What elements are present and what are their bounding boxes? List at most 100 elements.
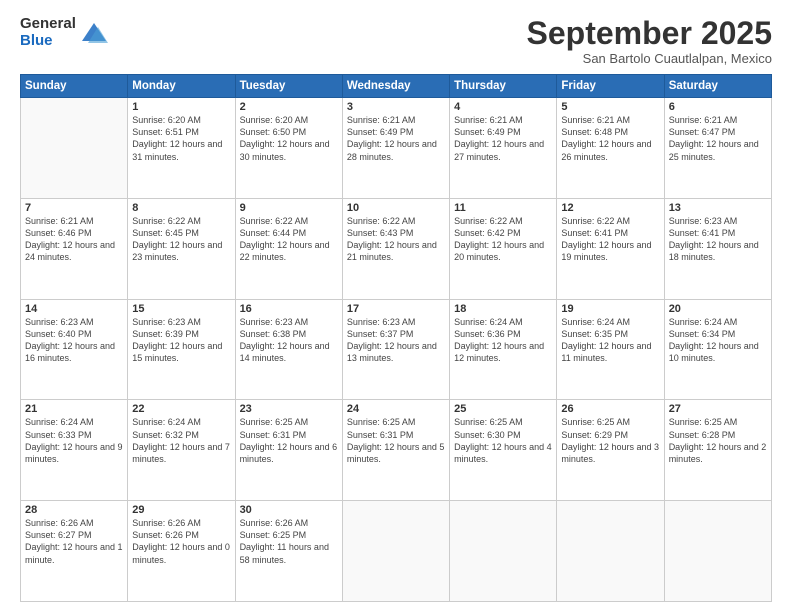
day-number: 15 xyxy=(132,303,230,315)
day-number: 30 xyxy=(240,504,338,516)
table-row: 10Sunrise: 6:22 AMSunset: 6:43 PMDayligh… xyxy=(342,198,449,299)
table-row: 4Sunrise: 6:21 AMSunset: 6:49 PMDaylight… xyxy=(450,98,557,199)
header-saturday: Saturday xyxy=(664,75,771,98)
location: San Bartolo Cuautlalpan, Mexico xyxy=(527,51,772,66)
table-row: 22Sunrise: 6:24 AMSunset: 6:32 PMDayligh… xyxy=(128,400,235,501)
day-number: 21 xyxy=(25,403,123,415)
calendar-week-row: 28Sunrise: 6:26 AMSunset: 6:27 PMDayligh… xyxy=(21,501,772,602)
day-info: Sunrise: 6:25 AMSunset: 6:28 PMDaylight:… xyxy=(669,416,767,465)
table-row xyxy=(664,501,771,602)
table-row: 6Sunrise: 6:21 AMSunset: 6:47 PMDaylight… xyxy=(664,98,771,199)
day-number: 7 xyxy=(25,202,123,214)
day-info: Sunrise: 6:25 AMSunset: 6:31 PMDaylight:… xyxy=(240,416,338,465)
table-row: 5Sunrise: 6:21 AMSunset: 6:48 PMDaylight… xyxy=(557,98,664,199)
day-info: Sunrise: 6:21 AMSunset: 6:46 PMDaylight:… xyxy=(25,215,123,264)
logo: General Blue xyxy=(20,16,108,49)
day-number: 20 xyxy=(669,303,767,315)
month-title: September 2025 xyxy=(527,16,772,51)
day-info: Sunrise: 6:22 AMSunset: 6:44 PMDaylight:… xyxy=(240,215,338,264)
day-number: 22 xyxy=(132,403,230,415)
day-info: Sunrise: 6:21 AMSunset: 6:49 PMDaylight:… xyxy=(454,114,552,163)
day-info: Sunrise: 6:25 AMSunset: 6:30 PMDaylight:… xyxy=(454,416,552,465)
table-row: 24Sunrise: 6:25 AMSunset: 6:31 PMDayligh… xyxy=(342,400,449,501)
day-info: Sunrise: 6:25 AMSunset: 6:29 PMDaylight:… xyxy=(561,416,659,465)
day-info: Sunrise: 6:23 AMSunset: 6:40 PMDaylight:… xyxy=(25,316,123,365)
day-number: 2 xyxy=(240,101,338,113)
day-number: 19 xyxy=(561,303,659,315)
calendar-header-row: Sunday Monday Tuesday Wednesday Thursday… xyxy=(21,75,772,98)
table-row: 3Sunrise: 6:21 AMSunset: 6:49 PMDaylight… xyxy=(342,98,449,199)
day-info: Sunrise: 6:23 AMSunset: 6:39 PMDaylight:… xyxy=(132,316,230,365)
day-info: Sunrise: 6:21 AMSunset: 6:49 PMDaylight:… xyxy=(347,114,445,163)
day-info: Sunrise: 6:20 AMSunset: 6:51 PMDaylight:… xyxy=(132,114,230,163)
header-thursday: Thursday xyxy=(450,75,557,98)
table-row xyxy=(342,501,449,602)
table-row: 19Sunrise: 6:24 AMSunset: 6:35 PMDayligh… xyxy=(557,299,664,400)
table-row xyxy=(450,501,557,602)
table-row: 18Sunrise: 6:24 AMSunset: 6:36 PMDayligh… xyxy=(450,299,557,400)
day-number: 1 xyxy=(132,101,230,113)
day-number: 29 xyxy=(132,504,230,516)
day-number: 9 xyxy=(240,202,338,214)
day-info: Sunrise: 6:22 AMSunset: 6:45 PMDaylight:… xyxy=(132,215,230,264)
day-number: 25 xyxy=(454,403,552,415)
day-info: Sunrise: 6:21 AMSunset: 6:48 PMDaylight:… xyxy=(561,114,659,163)
day-info: Sunrise: 6:22 AMSunset: 6:43 PMDaylight:… xyxy=(347,215,445,264)
header: General Blue September 2025 San Bartolo … xyxy=(20,16,772,66)
day-number: 27 xyxy=(669,403,767,415)
table-row: 21Sunrise: 6:24 AMSunset: 6:33 PMDayligh… xyxy=(21,400,128,501)
header-wednesday: Wednesday xyxy=(342,75,449,98)
page: General Blue September 2025 San Bartolo … xyxy=(0,0,792,612)
logo-icon xyxy=(80,19,108,47)
logo-general: General xyxy=(20,16,76,33)
calendar-week-row: 21Sunrise: 6:24 AMSunset: 6:33 PMDayligh… xyxy=(21,400,772,501)
day-number: 10 xyxy=(347,202,445,214)
table-row: 8Sunrise: 6:22 AMSunset: 6:45 PMDaylight… xyxy=(128,198,235,299)
day-number: 14 xyxy=(25,303,123,315)
day-info: Sunrise: 6:25 AMSunset: 6:31 PMDaylight:… xyxy=(347,416,445,465)
header-sunday: Sunday xyxy=(21,75,128,98)
day-info: Sunrise: 6:26 AMSunset: 6:26 PMDaylight:… xyxy=(132,517,230,566)
header-friday: Friday xyxy=(557,75,664,98)
day-number: 28 xyxy=(25,504,123,516)
day-number: 17 xyxy=(347,303,445,315)
table-row: 28Sunrise: 6:26 AMSunset: 6:27 PMDayligh… xyxy=(21,501,128,602)
day-number: 4 xyxy=(454,101,552,113)
calendar-week-row: 7Sunrise: 6:21 AMSunset: 6:46 PMDaylight… xyxy=(21,198,772,299)
table-row: 1Sunrise: 6:20 AMSunset: 6:51 PMDaylight… xyxy=(128,98,235,199)
calendar-week-row: 1Sunrise: 6:20 AMSunset: 6:51 PMDaylight… xyxy=(21,98,772,199)
table-row: 14Sunrise: 6:23 AMSunset: 6:40 PMDayligh… xyxy=(21,299,128,400)
table-row: 29Sunrise: 6:26 AMSunset: 6:26 PMDayligh… xyxy=(128,501,235,602)
header-tuesday: Tuesday xyxy=(235,75,342,98)
day-info: Sunrise: 6:24 AMSunset: 6:34 PMDaylight:… xyxy=(669,316,767,365)
table-row: 2Sunrise: 6:20 AMSunset: 6:50 PMDaylight… xyxy=(235,98,342,199)
day-info: Sunrise: 6:23 AMSunset: 6:41 PMDaylight:… xyxy=(669,215,767,264)
table-row: 9Sunrise: 6:22 AMSunset: 6:44 PMDaylight… xyxy=(235,198,342,299)
day-info: Sunrise: 6:24 AMSunset: 6:32 PMDaylight:… xyxy=(132,416,230,465)
day-number: 16 xyxy=(240,303,338,315)
calendar-table: Sunday Monday Tuesday Wednesday Thursday… xyxy=(20,74,772,602)
logo-blue: Blue xyxy=(20,33,76,50)
table-row xyxy=(21,98,128,199)
title-section: September 2025 San Bartolo Cuautlalpan, … xyxy=(527,16,772,66)
day-info: Sunrise: 6:24 AMSunset: 6:35 PMDaylight:… xyxy=(561,316,659,365)
table-row: 26Sunrise: 6:25 AMSunset: 6:29 PMDayligh… xyxy=(557,400,664,501)
day-number: 5 xyxy=(561,101,659,113)
day-info: Sunrise: 6:20 AMSunset: 6:50 PMDaylight:… xyxy=(240,114,338,163)
day-info: Sunrise: 6:26 AMSunset: 6:27 PMDaylight:… xyxy=(25,517,123,566)
table-row xyxy=(557,501,664,602)
day-info: Sunrise: 6:22 AMSunset: 6:41 PMDaylight:… xyxy=(561,215,659,264)
day-info: Sunrise: 6:22 AMSunset: 6:42 PMDaylight:… xyxy=(454,215,552,264)
day-number: 11 xyxy=(454,202,552,214)
table-row: 23Sunrise: 6:25 AMSunset: 6:31 PMDayligh… xyxy=(235,400,342,501)
day-info: Sunrise: 6:21 AMSunset: 6:47 PMDaylight:… xyxy=(669,114,767,163)
table-row: 12Sunrise: 6:22 AMSunset: 6:41 PMDayligh… xyxy=(557,198,664,299)
day-number: 23 xyxy=(240,403,338,415)
day-number: 18 xyxy=(454,303,552,315)
day-number: 12 xyxy=(561,202,659,214)
day-number: 8 xyxy=(132,202,230,214)
day-number: 6 xyxy=(669,101,767,113)
day-info: Sunrise: 6:23 AMSunset: 6:37 PMDaylight:… xyxy=(347,316,445,365)
table-row: 17Sunrise: 6:23 AMSunset: 6:37 PMDayligh… xyxy=(342,299,449,400)
table-row: 20Sunrise: 6:24 AMSunset: 6:34 PMDayligh… xyxy=(664,299,771,400)
